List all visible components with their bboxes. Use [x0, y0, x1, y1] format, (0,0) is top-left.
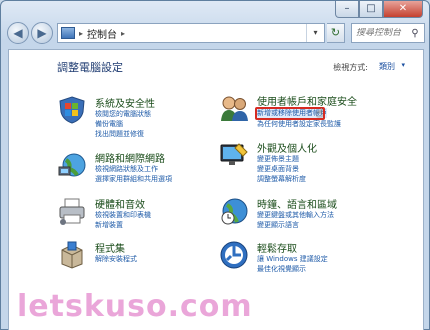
category-heading[interactable]: 硬體和音效	[95, 196, 145, 211]
refresh-button[interactable]: ↻	[327, 23, 345, 43]
category-link[interactable]: 檢視裝置和印表機	[95, 210, 151, 220]
content-pane: 調整電腦設定 檢視方式: 類別 ▾ 系統及安全性 檢閱您的電腦狀態 備份電腦 找…	[8, 49, 424, 330]
search-icon[interactable]: ⚲	[408, 28, 422, 39]
back-button[interactable]: ◀	[7, 22, 29, 44]
address-dropdown-icon[interactable]: ▾	[306, 24, 324, 42]
view-by-label: 檢視方式:	[333, 63, 368, 72]
shield-flag-icon[interactable]	[57, 95, 87, 125]
control-panel-window: – □ ✕ ◀ ▶ ▸ 控制台 ▸ ▾ ↻ ⚲ 調整電腦設定 檢視方式: 類別 …	[0, 0, 430, 330]
category-heading[interactable]: 時鐘、語言和區域	[257, 196, 337, 211]
forward-button[interactable]: ▶	[31, 22, 53, 44]
view-by-dropdown-icon[interactable]: ▾	[401, 61, 405, 69]
category-link[interactable]: 變更桌面背景	[257, 164, 299, 174]
category-hardware-sound: 硬體和音效 檢視裝置和印表機 新增裝置	[57, 196, 217, 236]
category-heading[interactable]: 外觀及個人化	[257, 140, 317, 155]
category-link[interactable]: 找出問題並修復	[95, 129, 144, 139]
category-ease-of-access: 輕鬆存取 讓 Windows 建議設定 最佳化視覺顯示	[219, 240, 419, 280]
category-link[interactable]: 解除安裝程式	[95, 254, 137, 264]
watermark: letskuso.com	[17, 289, 253, 324]
category-heading[interactable]: 輕鬆存取	[257, 240, 297, 255]
navigation-bar: ◀ ▶ ▸ 控制台 ▸ ▾ ↻ ⚲	[7, 21, 425, 45]
category-link[interactable]: 檢閱您的電腦狀態	[95, 109, 151, 119]
clock-globe-icon[interactable]	[219, 196, 249, 226]
page-title: 調整電腦設定	[57, 61, 123, 74]
category-heading[interactable]: 使用者帳戶和家庭安全	[257, 93, 357, 108]
breadcrumb-separator-icon[interactable]: ▸	[79, 29, 83, 38]
view-by-value[interactable]: 類別	[379, 61, 395, 72]
address-bar[interactable]: ▸ 控制台 ▸ ▾	[57, 23, 325, 43]
category-link[interactable]: 備份電腦	[95, 119, 123, 129]
users-icon[interactable]	[219, 93, 249, 123]
category-clock-language-region: 時鐘、語言和區域 變更鍵盤或其他輸入方法 變更顯示語言	[219, 196, 419, 236]
category-appearance: 外觀及個人化 變更佈景主題 變更桌面背景 調整螢幕解析度	[219, 140, 419, 186]
breadcrumb-separator-icon[interactable]: ▸	[121, 29, 125, 38]
programs-box-icon[interactable]	[57, 240, 87, 270]
category-link[interactable]: 選擇家用群組和共用選項	[95, 174, 172, 184]
category-network-internet: 網路和網際網路 檢視網路狀態及工作 選擇家用群組和共用選項	[57, 150, 217, 190]
category-system-security: 系統及安全性 檢閱您的電腦狀態 備份電腦 找出問題並修復	[57, 95, 217, 143]
search-box[interactable]: ⚲	[351, 23, 425, 43]
category-link[interactable]: 變更顯示語言	[257, 220, 299, 230]
close-button[interactable]: ✕	[383, 1, 423, 18]
search-input[interactable]	[352, 28, 408, 38]
category-link[interactable]: 變更佈景主題	[257, 154, 299, 164]
category-link[interactable]: 最佳化視覺顯示	[257, 264, 306, 274]
highlight-box	[255, 107, 325, 120]
category-heading[interactable]: 程式集	[95, 240, 125, 255]
category-link[interactable]: 調整螢幕解析度	[257, 174, 306, 184]
control-panel-icon	[61, 27, 75, 39]
category-heading[interactable]: 網路和網際網路	[95, 150, 165, 165]
breadcrumb-control-panel[interactable]: 控制台	[87, 26, 117, 41]
maximize-button[interactable]: □	[359, 1, 383, 18]
category-link[interactable]: 讓 Windows 建議設定	[257, 254, 328, 264]
network-globe-icon[interactable]	[57, 150, 87, 180]
category-link[interactable]: 為任何使用者設定家長監護	[257, 119, 341, 129]
category-programs: 程式集 解除安裝程式	[57, 240, 217, 274]
caption-buttons: – □ ✕	[335, 1, 423, 19]
printer-icon[interactable]	[57, 196, 87, 226]
category-link[interactable]: 新增裝置	[95, 220, 123, 230]
category-heading[interactable]: 系統及安全性	[95, 95, 155, 110]
minimize-button[interactable]: –	[335, 1, 359, 18]
hand-cursor-icon: ☝	[316, 106, 324, 120]
category-link[interactable]: 檢視網路狀態及工作	[95, 164, 158, 174]
display-paint-icon[interactable]	[219, 140, 249, 170]
ease-of-access-icon[interactable]	[219, 240, 249, 270]
category-link[interactable]: 變更鍵盤或其他輸入方法	[257, 210, 334, 220]
